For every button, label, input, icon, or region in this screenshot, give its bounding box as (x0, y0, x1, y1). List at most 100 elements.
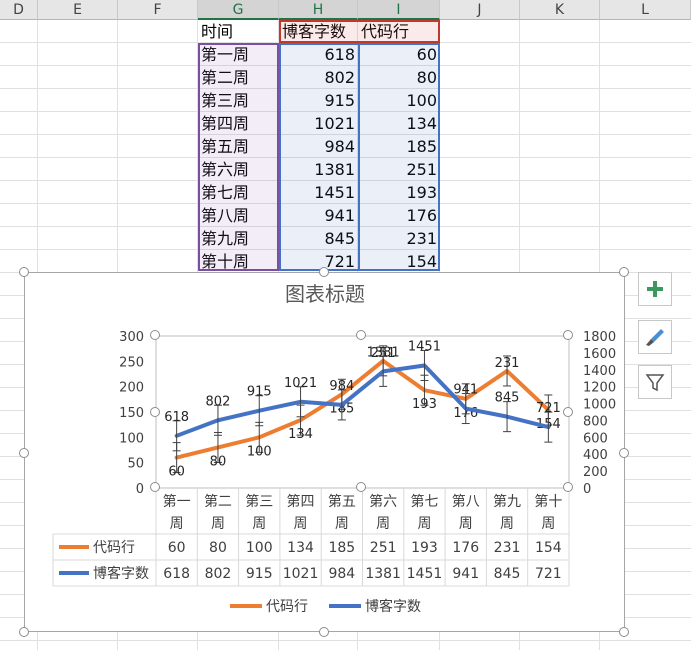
column-header-i[interactable]: I (358, 0, 440, 20)
plus-icon (647, 281, 663, 297)
chart-resize-handle[interactable] (619, 448, 629, 458)
category-label: 周 (335, 516, 349, 532)
data-table-value: 193 (411, 540, 438, 556)
plot-area-resize-handle[interactable] (563, 482, 573, 492)
grid-row-line (0, 640, 691, 641)
column-header-h[interactable]: H (279, 0, 358, 20)
column-header-f[interactable]: F (118, 0, 198, 20)
data-table-value: 845 (494, 566, 521, 582)
data-label: 618 (164, 410, 189, 425)
chart-filters-button[interactable] (638, 365, 672, 399)
data-label: 134 (288, 427, 313, 442)
plot-area-resize-handle[interactable] (563, 330, 573, 340)
data-table-value: 802 (205, 566, 232, 582)
category-label: 周 (417, 516, 431, 532)
column-header-l[interactable]: L (600, 0, 691, 20)
plot-area-resize-handle[interactable] (563, 407, 573, 417)
data-label: 1381 (367, 345, 400, 360)
plot-area-resize-handle[interactable] (150, 482, 160, 492)
data-table-value: 984 (328, 566, 355, 582)
data-label: 100 (247, 444, 272, 459)
data-label: 1021 (284, 376, 317, 391)
category-label: 第四 (287, 493, 315, 510)
data-label: 80 (210, 454, 227, 469)
data-table-value: 134 (287, 540, 314, 556)
y-left-tick-label: 100 (119, 431, 144, 446)
range-highlight-time (198, 43, 279, 271)
chart-title: 图表标题 (285, 282, 365, 306)
data-table-series-name: 代码行 (93, 540, 135, 556)
data-table-value: 100 (246, 540, 273, 556)
data-label: 231 (495, 356, 520, 371)
category-label: 第三 (245, 493, 273, 510)
data-table-value: 185 (328, 540, 355, 556)
category-label: 周 (459, 516, 473, 532)
chart-elements-button[interactable] (638, 272, 672, 306)
plot-area-resize-handle[interactable] (150, 330, 160, 340)
chart-resize-handle[interactable] (319, 267, 329, 277)
column-header-g[interactable]: G (198, 0, 279, 20)
data-table-value: 618 (163, 566, 190, 582)
category-label: 周 (500, 516, 514, 532)
data-table-value: 60 (168, 540, 186, 556)
plot-area-resize-handle[interactable] (150, 407, 160, 417)
category-label: 第八 (452, 493, 480, 510)
data-table-series-name: 博客字数 (93, 565, 149, 582)
column-header-k[interactable]: K (520, 0, 600, 20)
data-table-value: 1451 (407, 566, 443, 582)
category-label: 周 (294, 516, 308, 532)
category-label: 第一 (163, 493, 191, 510)
category-label: 周 (541, 516, 555, 532)
chart-styles-button[interactable] (638, 320, 672, 354)
category-label: 第二 (204, 493, 232, 510)
data-table-value: 941 (452, 566, 479, 582)
category-label: 周 (252, 516, 266, 532)
chart-resize-handle[interactable] (19, 267, 29, 277)
legend-label: 代码行 (266, 599, 308, 615)
y-right-tick-label: 1400 (583, 364, 616, 379)
category-label: 周 (170, 516, 184, 532)
column-header-d[interactable]: D (0, 0, 38, 20)
data-label: 721 (536, 401, 561, 416)
data-table-value: 154 (535, 540, 562, 556)
y-left-tick-label: 300 (119, 330, 144, 345)
y-right-tick-label: 1000 (583, 398, 616, 413)
category-label: 第九 (493, 493, 521, 510)
chart-resize-handle[interactable] (619, 267, 629, 277)
category-label: 周 (376, 516, 390, 532)
series-line-0 (174, 358, 551, 460)
column-header-e[interactable]: E (38, 0, 118, 20)
chart-resize-handle[interactable] (19, 448, 29, 458)
column-header-j[interactable]: J (440, 0, 520, 20)
y-right-tick-label: 600 (583, 431, 608, 446)
filter-icon (645, 374, 665, 392)
y-left-tick-label: 0 (136, 482, 144, 497)
chart-resize-handle[interactable] (19, 627, 29, 637)
plot-area-resize-handle[interactable] (356, 330, 366, 340)
header-cell-time[interactable]: 时间 (198, 20, 279, 43)
y-right-tick-label: 400 (583, 448, 608, 463)
chart-resize-handle[interactable] (319, 627, 329, 637)
category-label: 第十 (534, 493, 562, 510)
data-table-value: 176 (452, 540, 479, 556)
y-right-tick-label: 200 (583, 465, 608, 480)
plot-area-resize-handle[interactable] (356, 482, 366, 492)
y-left-tick-label: 250 (119, 355, 144, 370)
data-label: 802 (206, 394, 231, 409)
y-left-tick-label: 150 (119, 406, 144, 421)
data-table-value: 80 (209, 540, 227, 556)
category-label: 第六 (369, 493, 397, 510)
chart-resize-handle[interactable] (619, 627, 629, 637)
data-label: 984 (329, 379, 354, 394)
data-table-value: 231 (494, 540, 521, 556)
data-table-value: 1381 (365, 566, 401, 582)
chart-container[interactable]: 图表标题 0 50 100 150 200 250 300 0 200 400 600 800 1000 1… (24, 272, 625, 632)
data-label: 1451 (408, 339, 441, 354)
y-right-tick-label: 0 (583, 482, 591, 497)
legend-label: 博客字数 (365, 598, 421, 615)
range-highlight-code (358, 43, 440, 271)
brush-icon (646, 329, 664, 346)
data-label: 941 (453, 383, 478, 398)
y-left-tick-label: 200 (119, 381, 144, 396)
data-table-value: 251 (370, 540, 397, 556)
